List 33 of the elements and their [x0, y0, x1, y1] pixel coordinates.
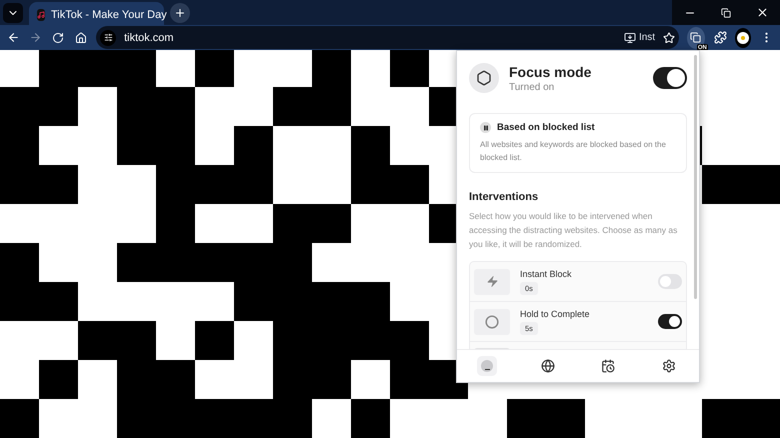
intervention-name: Hold to Complete	[520, 308, 590, 318]
lightning-icon	[474, 268, 510, 294]
extension-icon	[690, 32, 702, 43]
mode-description: All websites and keywords are blocked based on the blocked list.	[480, 139, 667, 164]
panel-title: Focus mode	[509, 64, 592, 80]
sliders-icon	[104, 33, 113, 42]
monitor-download-icon	[624, 32, 636, 44]
reload-icon[interactable]	[52, 32, 64, 44]
mode-title: Based on blocked list	[497, 122, 595, 133]
plus-icon	[174, 6, 186, 18]
pause-icon	[480, 122, 491, 133]
site-settings-button[interactable]	[100, 30, 116, 46]
status-text: Turned on	[509, 82, 556, 92]
address-bar[interactable]: tiktok.com Inst	[96, 26, 680, 49]
bookmark-star-icon[interactable]	[663, 32, 676, 44]
section-heading: Interventions	[469, 191, 540, 203]
install-label[interactable]: Inst	[638, 32, 656, 43]
intervention-toggle[interactable]	[658, 274, 682, 289]
intervention-toggle[interactable]	[658, 314, 682, 329]
back-arrow-icon[interactable]	[6, 31, 20, 44]
section-description: Select how you would like to be intervened when accessing the distracting websites. Choose as many as you like, it will be randomized.	[469, 210, 678, 251]
forward-arrow-icon[interactable]	[29, 31, 42, 44]
new-tab-button[interactable]	[170, 2, 190, 22]
close-window-button[interactable]	[744, 0, 780, 25]
puzzle-icon[interactable]	[714, 31, 727, 44]
home-icon[interactable]	[74, 32, 87, 44]
profile-avatar[interactable]	[735, 28, 752, 48]
focus-toggle[interactable]	[653, 67, 687, 89]
close-icon	[756, 6, 768, 19]
music-note-icon	[37, 8, 45, 20]
tab-search-button[interactable]	[3, 2, 23, 22]
restore-icon	[721, 8, 731, 18]
intervention-name: Instant Block	[520, 268, 572, 278]
